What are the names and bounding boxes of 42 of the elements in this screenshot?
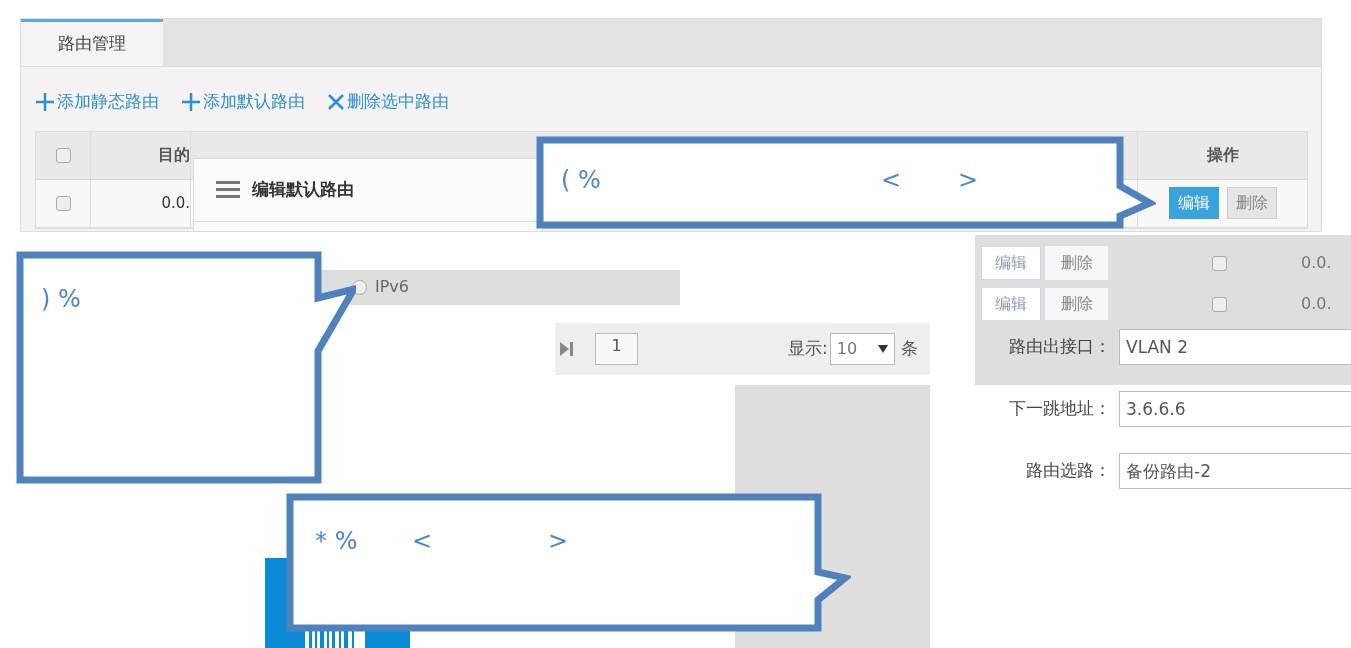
field-label: 路由出接口： [1008, 335, 1112, 359]
plus-icon [35, 91, 55, 112]
column-header: 目的 [158, 144, 190, 166]
field-label: 路由选路： [1025, 459, 1112, 483]
edit-button[interactable]: 编辑 [1168, 187, 1219, 219]
page-field[interactable]: 1 [595, 333, 638, 365]
input-field[interactable]: 3.6.6.6 [1119, 391, 1351, 427]
page-size-select[interactable]: 10 [829, 333, 895, 365]
unit-label: 条 [900, 337, 918, 361]
delete-button[interactable]: 删除 [1226, 187, 1277, 219]
radio-label: IPv6 [375, 276, 409, 298]
menu-icon[interactable] [216, 180, 240, 199]
callout-text: > [548, 529, 569, 553]
plus-icon [181, 91, 201, 112]
last-page-icon[interactable] [559, 341, 575, 357]
delete-button[interactable]: 删除 [1045, 246, 1108, 280]
table-cell-text: 0.0. [1301, 252, 1332, 274]
tab[interactable]: 路由管理 [21, 19, 163, 66]
callout-text: ( % [561, 168, 601, 192]
toolbar-link[interactable]: 删除选中路由 [327, 89, 449, 115]
page-size-label: 显示: [788, 337, 828, 361]
table-cell-text: 0.0. [161, 192, 190, 214]
edit-button[interactable]: 编辑 [981, 246, 1041, 280]
input-field[interactable]: 备份路由-2 [1119, 453, 1351, 489]
callout-text: > [958, 168, 979, 192]
callout-text: < [412, 529, 433, 553]
column-header: 操作 [1206, 144, 1239, 166]
checkbox[interactable] [55, 195, 71, 211]
close-icon [327, 92, 345, 111]
field-label: 下一跳地址： [1008, 397, 1112, 421]
table-cell-text: 0.0. [1301, 293, 1332, 315]
callout-text: * % [315, 529, 358, 553]
callout-text: < [881, 168, 902, 192]
caret-icon [877, 345, 888, 353]
edit-button[interactable]: 编辑 [981, 288, 1041, 320]
input-field[interactable]: VLAN 2 [1119, 329, 1351, 365]
checkbox[interactable] [55, 147, 71, 163]
dialog-title: 编辑默认路由 [252, 178, 354, 201]
delete-button[interactable]: 删除 [1045, 288, 1108, 320]
callout-text: ) % [41, 287, 81, 311]
toolbar-link[interactable]: 添加默认路由 [181, 89, 305, 115]
toolbar-link[interactable]: 添加静态路由 [35, 89, 159, 115]
